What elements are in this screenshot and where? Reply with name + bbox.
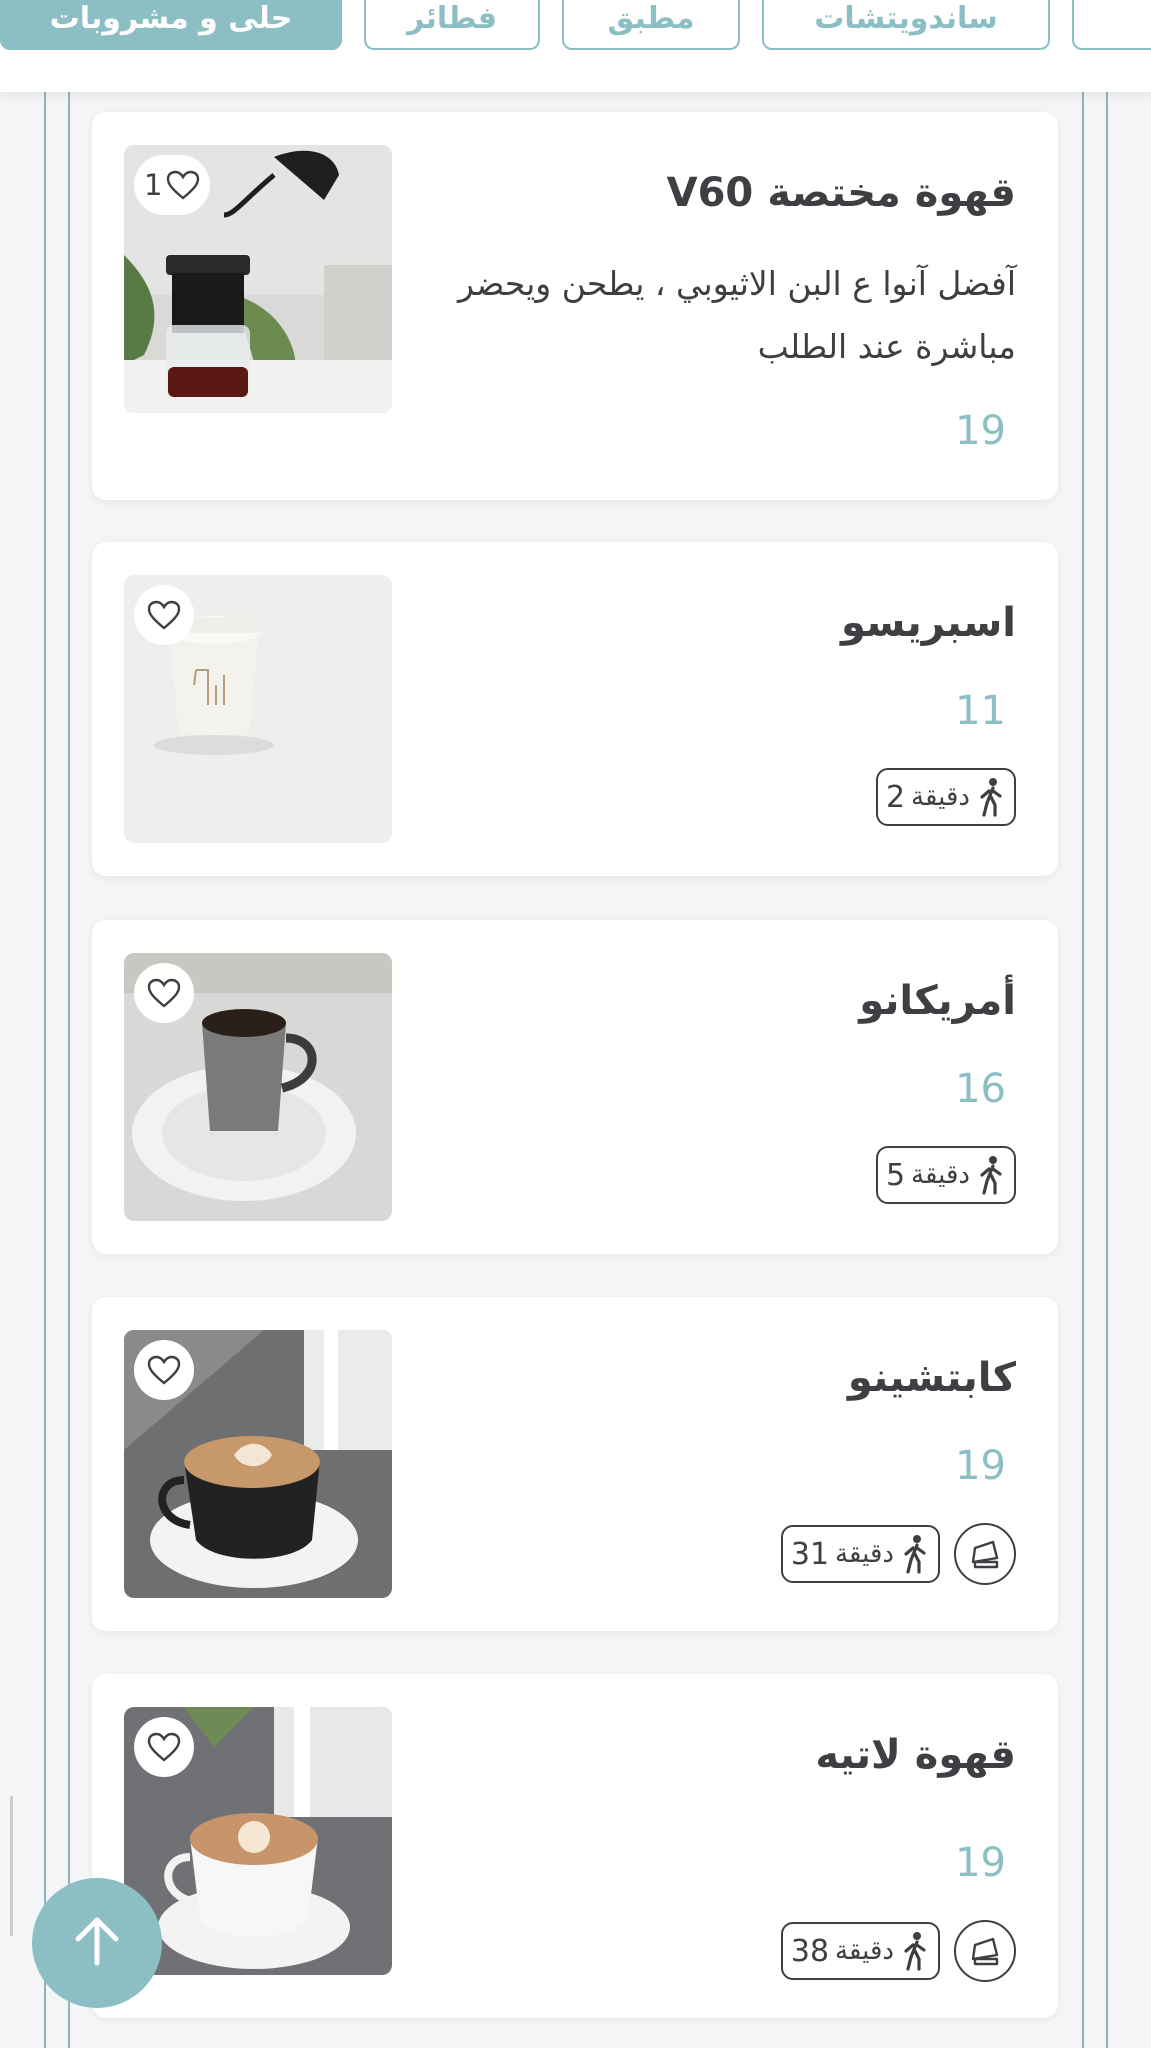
item-title: اسبريسو [840, 600, 1016, 646]
prep-time-value: 38 [790, 1933, 830, 1969]
prep-time-badge: دقيقة 38 [780, 1922, 940, 1980]
frame-line-right-outer [1106, 92, 1108, 2048]
item-title: كابتشينو [847, 1355, 1016, 1401]
heart-icon [147, 1732, 181, 1762]
item-price: 11 [955, 688, 1006, 734]
item-badges: دقيقة 5 [875, 1146, 1016, 1204]
tab-label: فطائر [406, 1, 498, 36]
frame-line-left-outer [44, 92, 46, 2048]
prep-time-unit: دقيقة [835, 1936, 894, 1966]
prep-time-unit: دقيقة [835, 1539, 894, 1569]
menu-item-card[interactable]: قهوة مختصة V60 آفضل آنوا ع البن الاثيوبي… [92, 112, 1058, 500]
prep-time-unit: دقيقة [911, 1160, 970, 1190]
item-badges: دقيقة 38 [780, 1920, 1016, 1982]
item-photo [124, 1330, 392, 1598]
walking-person-icon [900, 1931, 930, 1971]
item-price: 19 [955, 1840, 1006, 1886]
tab-sandwiches[interactable]: ساندويتشات [762, 0, 1050, 50]
item-title: قهوة مختصة V60 [666, 170, 1016, 216]
arrow-up-icon [72, 1915, 122, 1971]
favorite-count: 1 [144, 168, 163, 202]
favorite-button[interactable] [134, 585, 194, 645]
favorite-button[interactable]: 1 [134, 155, 211, 215]
item-badges: دقيقة 2 [875, 768, 1016, 826]
prep-time-badge: دقيقة 31 [780, 1525, 940, 1583]
frame-line-right-inner [1082, 92, 1084, 2048]
item-price: 19 [955, 408, 1006, 454]
prep-time-value: 5 [885, 1157, 906, 1193]
scroll-to-top-button[interactable] [32, 1878, 162, 2008]
heart-icon [147, 1355, 181, 1385]
prep-time-unit: دقيقة [911, 782, 970, 812]
menu-item-card[interactable]: اسبريسو 11 دقيقة 2 [92, 542, 1058, 876]
tab-label: ساندويتشات [814, 1, 998, 36]
cup-icon [954, 1523, 1016, 1585]
menu-item-card[interactable]: أمريكانو 16 دقيقة 5 [92, 920, 1058, 1254]
item-title: أمريكانو [859, 978, 1016, 1024]
menu-item-card[interactable]: قهوة لاتيه 19 دقيقة 38 [92, 1674, 1058, 2018]
favorite-button[interactable] [134, 1717, 194, 1777]
item-title: قهوة لاتيه [815, 1732, 1016, 1778]
item-description: آفضل آنوا ع البن الاثيوبي ، يطحن ويحضر م… [458, 264, 1016, 366]
item-badges: دقيقة 31 [780, 1523, 1016, 1585]
walking-person-icon [976, 1155, 1006, 1195]
menu-page: حلى و مشروبات فطائر مطبق ساندويتشات ول ق… [0, 0, 1151, 2048]
menu-item-card[interactable]: كابتشينو 19 دقيقة 31 [92, 1297, 1058, 1631]
heart-icon [147, 600, 181, 630]
tab-label: مطبق [607, 1, 695, 36]
cup-icon [954, 1920, 1016, 1982]
tab-mutabbaq[interactable]: مطبق [562, 0, 740, 50]
item-photo [124, 1707, 392, 1975]
favorite-button[interactable] [134, 963, 194, 1023]
walking-person-icon [976, 777, 1006, 817]
item-photo [124, 953, 392, 1221]
prep-time-value: 31 [790, 1536, 830, 1572]
item-price: 16 [955, 1066, 1006, 1112]
category-tab-bar: حلى و مشروبات فطائر مطبق ساندويتشات ول [0, 0, 1151, 92]
prep-time-badge: دقيقة 5 [875, 1146, 1016, 1204]
tab-label: حلى و مشروبات [49, 1, 293, 36]
heart-icon [147, 978, 181, 1008]
prep-time-badge: دقيقة 2 [875, 768, 1016, 826]
walking-person-icon [900, 1534, 930, 1574]
prep-time-value: 2 [885, 779, 906, 815]
item-price: 19 [955, 1443, 1006, 1489]
item-photo [124, 575, 392, 843]
frame-line-left-inner [68, 92, 70, 2048]
tab-sweets-drinks[interactable]: حلى و مشروبات [0, 0, 342, 50]
item-photo: 1 [124, 145, 392, 413]
heart-icon [166, 170, 200, 200]
tab-pies[interactable]: فطائر [364, 0, 540, 50]
favorite-button[interactable] [134, 1340, 194, 1400]
scroll-edge-indicator [10, 1796, 13, 1936]
tab-partial[interactable]: ول [1072, 0, 1151, 50]
